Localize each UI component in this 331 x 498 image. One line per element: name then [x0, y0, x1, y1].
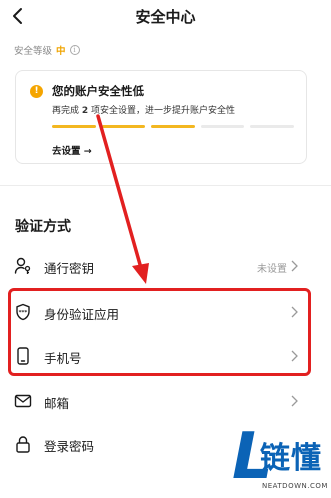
chevron-right-icon [291, 395, 298, 407]
section-title: 验证方式 [15, 219, 71, 235]
card-desc-suffix: 项安全设置，进一步提升账户安全性 [88, 106, 236, 116]
annotation-highlight-box [8, 288, 311, 376]
watermark-domain: NEATDOWN.COM [262, 482, 328, 490]
go-setup-link[interactable]: 去设置 → [52, 143, 92, 157]
verification-item-label: 登录密码 [44, 439, 95, 454]
verification-item-email[interactable]: 邮箱 [0, 381, 331, 421]
progress-segment [151, 125, 195, 128]
progress-segment [200, 125, 245, 128]
progress-segment [250, 125, 294, 128]
lock-icon [16, 436, 30, 453]
watermark-logo: L 链懂 NEATDOWN.COM [232, 425, 331, 498]
verification-item-label: 通行密钥 [44, 261, 95, 276]
verification-item-passkey[interactable]: 通行密钥 未设置 [0, 246, 331, 286]
page-title: 安全中心 [135, 8, 196, 26]
security-level-value: 中 [56, 46, 66, 57]
security-level-label: 安全等级 [14, 46, 53, 57]
security-status-card: ! 您的账户安全性低 再完成 2 项安全设置，进一步提升账户安全性 去设置 → [15, 70, 307, 164]
mail-icon [14, 394, 32, 408]
security-level: 安全等级 中 i [14, 43, 80, 57]
security-progress [52, 125, 294, 128]
verification-item-label: 邮箱 [44, 396, 70, 411]
nav-bar: 安全中心 [0, 0, 331, 34]
person-key-icon [14, 257, 31, 274]
info-icon[interactable]: i [69, 45, 80, 55]
verification-item-status: 未设置 [257, 264, 287, 275]
card-desc-prefix: 再完成 [52, 106, 82, 116]
card-description: 再完成 2 项安全设置，进一步提升账户安全性 [52, 103, 235, 116]
watermark-text: 链懂 [260, 441, 322, 476]
progress-segment [52, 125, 96, 128]
progress-segment [101, 125, 146, 128]
card-title: 您的账户安全性低 [52, 84, 144, 98]
section-divider [0, 185, 331, 186]
warning-icon: ! [30, 85, 43, 98]
chevron-right-icon [291, 260, 298, 272]
